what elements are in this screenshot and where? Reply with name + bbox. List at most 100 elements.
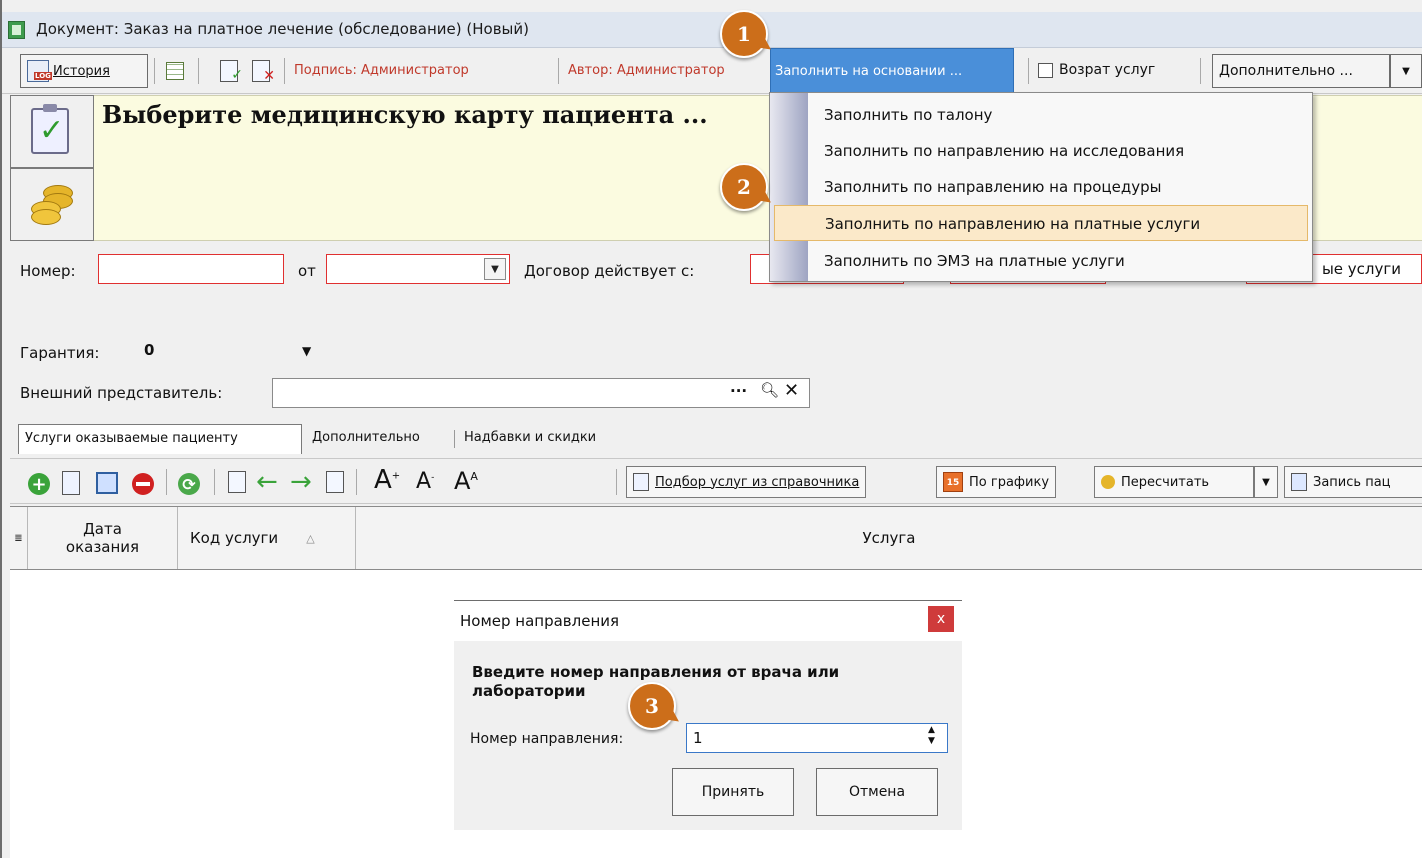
fill-based-on-label: Заполнить на основании ... [775,64,963,79]
menu-item-label: Заполнить по ЭМЗ на платные услуги [824,252,1125,270]
calendar-icon: 15 [943,472,963,492]
menu-item-fill-by-research-referral[interactable]: Заполнить по направлению на исследования [770,133,1312,169]
accept-button[interactable]: Принять [672,768,794,816]
column-chooser[interactable]: ≣ [10,507,28,569]
callout-badge-2: 2 [720,163,768,211]
column-date[interactable]: Дата оказания [28,507,178,569]
document-window: Документ: Заказ на платное лечение (обсл… [0,0,1422,858]
edit-document-icon[interactable] [62,471,80,495]
pick-services-button[interactable]: Подбор услуг из справочника [626,466,867,498]
font-decrease-icon[interactable]: A- [416,469,434,494]
history-label: История [53,63,110,79]
dialog-close-button[interactable]: x [928,606,954,632]
toolbar-separator [356,469,357,495]
main-toolbar: LOG История ✓ ✕ Подпись: Администратор А… [2,48,1422,94]
menu-item-label: Заполнить по направлению на процедуры [824,178,1162,196]
patient-card-prompt[interactable]: Выберите медицинскую карту пациента ... [102,100,708,129]
grid-icon[interactable] [166,62,184,80]
menu-item-fill-by-emr-paid-services[interactable]: Заполнить по ЭМЗ на платные услуги [770,243,1312,279]
add-icon[interactable]: + [28,473,50,495]
column-service-code[interactable]: Код услуги △ [178,507,356,569]
external-representative-label: Внешний представитель: [20,384,223,402]
coins-icon [1101,475,1115,489]
menu-item-label: Заполнить по направлению на исследования [824,142,1185,160]
checkbox-box[interactable] [1038,62,1053,78]
menu-item-fill-by-procedure-referral[interactable]: Заполнить по направлению на процедуры [770,169,1312,205]
sign-document-icon[interactable]: ✓ [220,60,243,83]
recalculate-button[interactable]: Пересчитать [1094,466,1254,498]
left-icon-panel: ✓ [10,95,94,241]
spinner-arrows-icon[interactable]: ▲ ▼ [928,725,935,747]
medical-card-button[interactable]: ✓ [10,95,94,168]
services-toolbar: + ⟳ ← → A+ A- AA Подбор услуг из справоч… [10,458,1422,504]
menu-item-label: Заполнить по талону [824,106,993,124]
arrow-right-icon[interactable]: → [290,467,312,497]
record-patient-icon [1291,473,1307,491]
payment-button[interactable] [10,168,94,241]
window-title: Документ: Заказ на платное лечение (обсл… [36,20,530,38]
search-icon[interactable]: 🔍︎ [760,381,779,399]
additional-button[interactable]: Дополнительно ... [1212,54,1390,88]
refresh-icon[interactable]: ⟳ [178,473,200,495]
dialog-prompt: Введите номер направления от врача или л… [472,663,840,700]
contract-valid-from-label: Договор действует с: [524,262,695,280]
clipboard-check-icon: ✓ [31,104,69,154]
return-services-checkbox[interactable]: Возрат услуг [1038,62,1155,78]
tab-additional-label: Дополнительно [312,430,420,445]
dialog-title-bar: Номер направления [454,601,962,641]
from-date-input[interactable] [326,254,510,284]
additional-dropdown-button[interactable]: ▼ [1390,54,1422,88]
caret-down-icon[interactable]: ▼ [302,344,311,358]
document-icon [8,21,25,39]
unsign-document-icon[interactable]: ✕ [252,60,275,84]
tab-separator [454,430,455,448]
by-schedule-button[interactable]: 15 По графику [936,466,1057,498]
history-button[interactable]: LOG История [20,54,148,88]
save-icon[interactable] [96,472,118,494]
arrow-left-icon[interactable]: ← [256,467,278,497]
tab-services[interactable]: Услуги оказываемые пациенту [18,424,302,454]
close-icon[interactable]: ✕ [784,380,799,401]
guarantee-select[interactable]: 0 [138,337,328,367]
return-services-label: Возрат услуг [1059,62,1156,78]
close-icon: x [936,611,946,627]
pick-services-label: Подбор услуг из справочника [655,474,860,490]
menu-item-fill-by-paid-services-referral[interactable]: Заполнить по направлению на платные услу… [774,205,1308,241]
toolbar-separator [1028,58,1029,84]
menu-item-fill-by-coupon[interactable]: Заполнить по талону [770,97,1312,133]
font-reset-icon[interactable]: AA [454,467,478,495]
tab-markups-discounts[interactable]: Надбавки и скидки [458,424,602,454]
caret-down-icon: ▼ [491,263,499,275]
toolbar-separator [214,469,215,495]
more-icon[interactable]: ··· [730,382,747,400]
sort-ascending-icon: △ [306,531,315,545]
from-date-dropdown[interactable]: ▼ [484,258,506,280]
title-bar: Документ: Заказ на платное лечение (обсл… [2,12,1422,48]
log-icon: LOG [27,60,52,82]
number-input[interactable] [98,254,284,284]
signature-link[interactable]: Подпись: Администратор [294,63,469,78]
recalculate-dropdown[interactable]: ▼ [1254,466,1278,498]
author-link[interactable]: Автор: Администратор [568,63,725,78]
record-patient-button[interactable]: Запись пац [1284,466,1422,498]
from-label: от [298,262,316,280]
delete-icon[interactable] [132,473,154,495]
recalculate-label: Пересчитать [1121,474,1210,490]
cancel-button[interactable]: Отмена [816,768,938,816]
tab-additional[interactable]: Дополнительно [306,424,426,454]
catalog-icon [633,473,649,491]
column-chooser-icon: ≣ [14,532,23,544]
record-patient-label: Запись пац [1313,474,1391,490]
copy-document-icon[interactable] [326,471,344,493]
fill-based-on-button[interactable]: Заполнить на основании ... [770,48,1014,94]
column-service[interactable]: Услуга [356,507,1422,569]
toolbar-separator [198,58,199,84]
referral-number-input[interactable]: 1 [686,723,948,753]
toolbar-separator [284,58,285,84]
toolbar-separator [1200,58,1201,84]
move-document-icon[interactable] [228,471,246,493]
toolbar-separator [166,469,167,495]
toolbar-separator [154,58,155,84]
font-increase-icon[interactable]: A+ [374,465,400,495]
tab-markups-label: Надбавки и скидки [464,430,597,445]
